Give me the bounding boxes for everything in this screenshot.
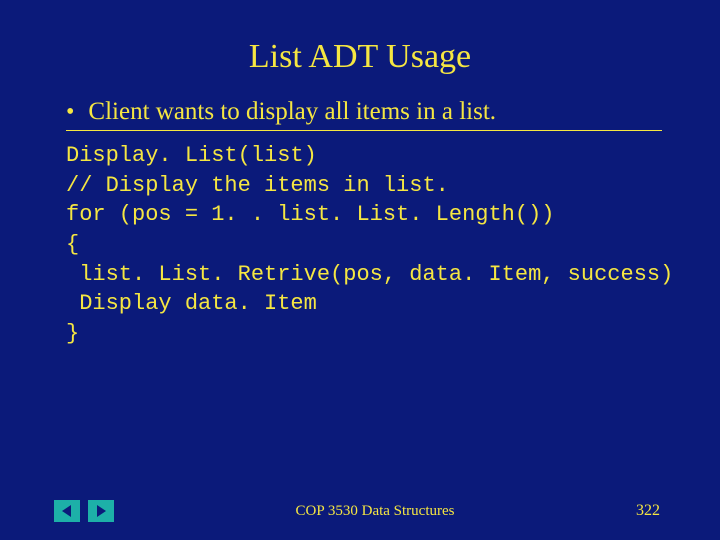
slide-title: List ADT Usage [58, 38, 662, 76]
bullet-item: • Client wants to display all items in a… [66, 98, 662, 131]
bullet-text: Client wants to display all items in a l… [88, 98, 496, 126]
next-button[interactable] [88, 500, 114, 522]
bullet-dot-icon: • [66, 100, 74, 124]
triangle-left-icon [60, 504, 74, 518]
code-block: Display. List(list) // Display the items… [66, 141, 662, 349]
page-number: 322 [636, 502, 666, 520]
footer: COP 3530 Data Structures 322 [0, 500, 720, 522]
nav-buttons [54, 500, 114, 522]
prev-button[interactable] [54, 500, 80, 522]
footer-course-label: COP 3530 Data Structures [114, 503, 636, 520]
triangle-right-icon [94, 504, 108, 518]
